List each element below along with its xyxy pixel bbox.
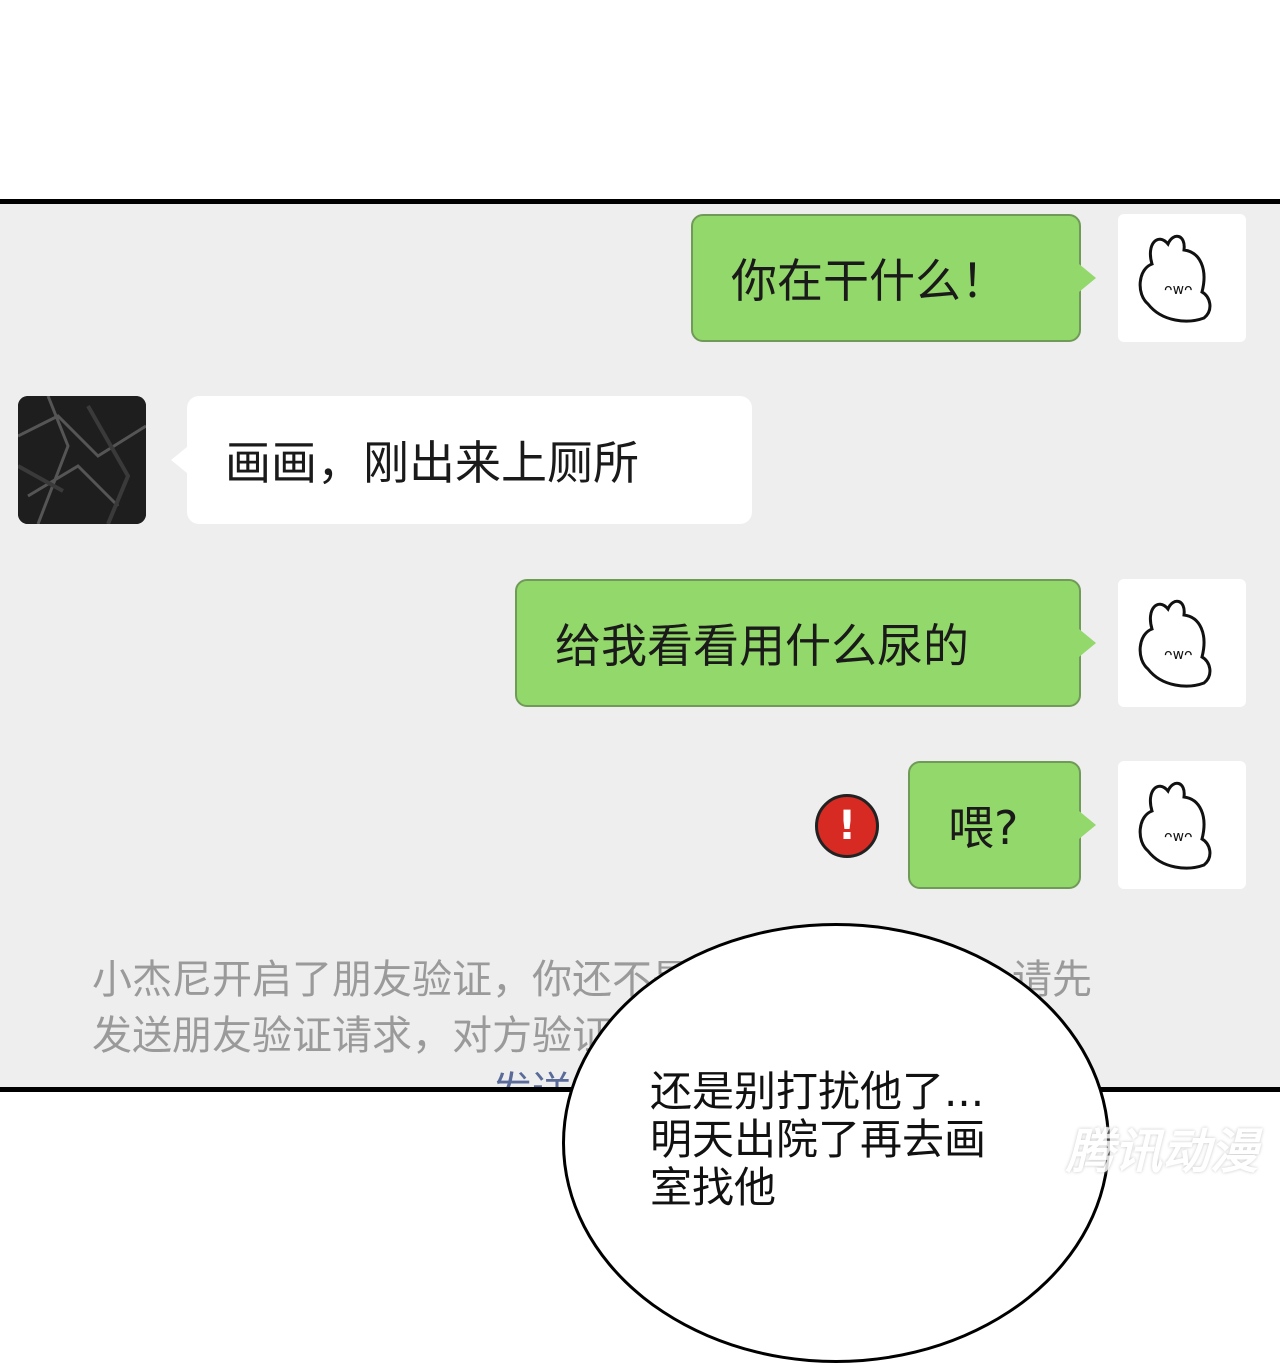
message-bubble-sent[interactable]: 你在干什么！ xyxy=(691,214,1096,342)
svg-text:ᴖwᴖ: ᴖwᴖ xyxy=(1164,282,1193,298)
bunny-avatar[interactable]: ᴖwᴖ xyxy=(1118,761,1246,889)
speech-text: 还是别打扰他了... 明天出院了再去画 室找他 xyxy=(650,1068,1070,1212)
dark-photo-icon xyxy=(18,396,146,524)
speech-line: 明天出院了再去画 xyxy=(650,1115,987,1164)
speech-line: 室找他 xyxy=(650,1163,777,1212)
message-text: 画画，刚出来上厕所 xyxy=(225,436,639,490)
message-bubble-sent[interactable]: 给我看看用什么尿的 xyxy=(515,579,1096,707)
message-text: 给我看看用什么尿的 xyxy=(555,619,969,673)
speech-line: 还是别打扰他了... xyxy=(650,1067,985,1116)
message-bubble-sent[interactable]: 喂? xyxy=(908,761,1096,889)
bunny-avatar[interactable]: ᴖwᴖ xyxy=(1118,579,1246,707)
message-bubble-received[interactable]: 画画，刚出来上厕所 xyxy=(171,396,752,524)
bunny-icon: ᴖwᴖ xyxy=(1138,599,1212,688)
bunny-icon: ᴖwᴖ xyxy=(1138,781,1212,870)
error-mark: ! xyxy=(837,803,857,849)
chat-screenshot-panel: 你在干什么！ ᴖwᴖ 画画，刚出来上厕所 给我看看用什么尿的 ᴖwᴖ ! 喂? xyxy=(0,199,1280,1092)
send-failed-icon[interactable]: ! xyxy=(815,794,879,858)
watermark-logo: 腾讯动漫 xyxy=(1065,1124,1258,1180)
svg-text:ᴖwᴖ: ᴖwᴖ xyxy=(1164,647,1193,663)
bunny-icon: ᴖwᴖ xyxy=(1138,234,1212,323)
bunny-avatar[interactable]: ᴖwᴖ xyxy=(1118,214,1246,342)
message-text: 喂? xyxy=(948,801,1019,855)
message-text: 你在干什么！ xyxy=(731,254,1007,308)
contact-avatar[interactable] xyxy=(18,396,146,524)
svg-text:ᴖwᴖ: ᴖwᴖ xyxy=(1164,829,1193,845)
